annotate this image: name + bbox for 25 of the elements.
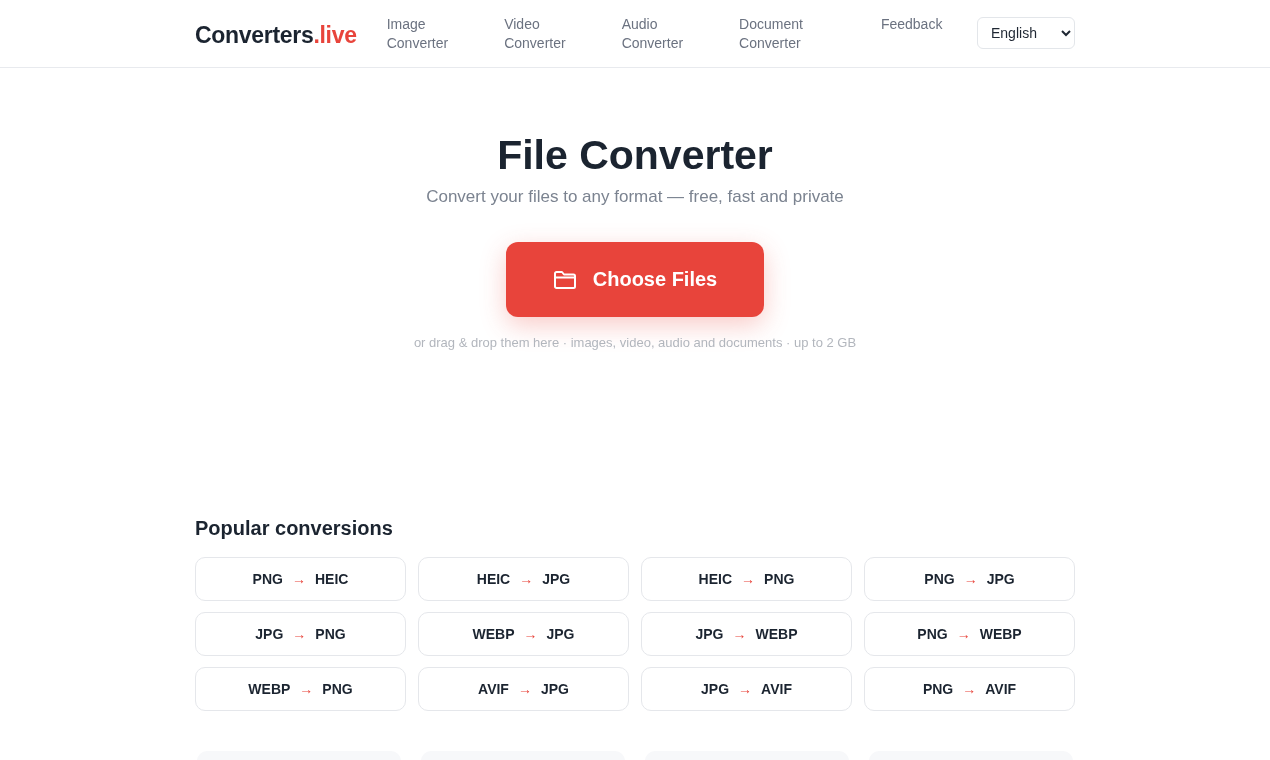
conversion-link[interactable]: WEBP → PNG [195,667,406,711]
drop-hint: or drag & drop them here · images, video, audio and documents · up to 2 GB [413,334,857,352]
choose-files-button[interactable]: Choose Files [506,242,764,317]
conversion-link[interactable]: HEIC → JPG [418,557,629,601]
conversion-link[interactable]: PNG → HEIC [195,557,406,601]
nav-link[interactable]: Image Converter [386,15,449,53]
conversion-link[interactable]: PNG → AVIF [864,667,1075,711]
page-subtitle: Convert your files to any format — free, fast and private [426,186,844,208]
conversion-link[interactable]: JPG → AVIF [641,667,852,711]
language-select[interactable]: English [977,17,1075,49]
conversion-link[interactable]: JPG → PNG [195,612,406,656]
conversion-link[interactable]: AVIF → JPG [418,667,629,711]
section-heading: Popular conversions [195,516,394,541]
folder-icon [552,269,577,290]
nav-link[interactable]: Video Converter [504,15,566,53]
nav-link[interactable]: Feedback [880,15,943,53]
nav-link[interactable]: Audio Converter [621,15,684,53]
conversion-link[interactable]: WEBP → JPG [418,612,629,656]
conversion-link[interactable]: HEIC → PNG [641,557,852,601]
conversion-link[interactable]: PNG → JPG [864,557,1075,601]
conversion-link[interactable]: PNG → WEBP [864,612,1075,656]
conversion-link[interactable]: JPG → WEBP [641,612,852,656]
nav-link[interactable]: Document Converter [739,15,803,53]
site-logo[interactable]: Converters.live [195,22,357,49]
page-title: File Converter [497,131,773,179]
